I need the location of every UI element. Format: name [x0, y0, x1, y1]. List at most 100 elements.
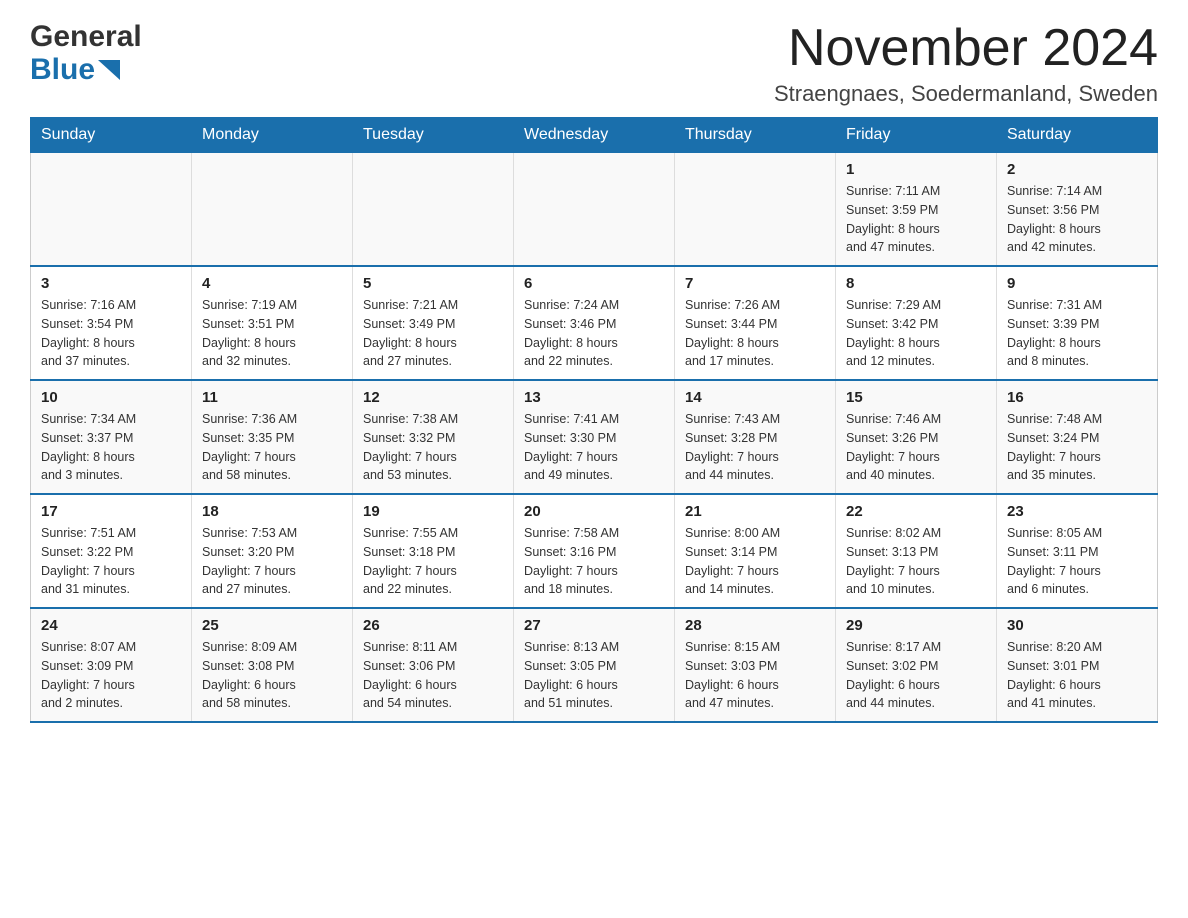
calendar-cell: 6 Sunrise: 7:24 AM Sunset: 3:46 PM Daylig…: [514, 266, 675, 380]
calendar-header-row: SundayMondayTuesdayWednesdayThursdayFrid…: [31, 118, 1158, 153]
day-number: 1: [846, 161, 986, 178]
calendar-cell: 19Sunrise: 7:55 AM Sunset: 3:18 PM Dayli…: [353, 494, 514, 608]
calendar-week-row: 17 Sunrise: 7:51 AM Sunset: 3:22 PM Dayli…: [31, 494, 1158, 608]
day-info: Sunrise: 7:55 AM Sunset: 3:18 PM Dayligh…: [363, 524, 503, 599]
calendar-cell: 26 Sunrise: 8:11 AM Sunset: 3:06 PM Dayli…: [353, 608, 514, 722]
header-monday: Monday: [192, 118, 353, 153]
logo-general: General: [30, 20, 142, 53]
calendar-cell: 12 Sunrise: 7:38 AM Sunset: 3:32 PM Dayli…: [353, 380, 514, 494]
calendar-table: SundayMondayTuesdayWednesdayThursdayFrid…: [30, 117, 1158, 723]
page-header: General Blue November 2024 Straengnaes, …: [30, 20, 1158, 107]
day-number: 24: [41, 617, 181, 634]
calendar-cell: 8 Sunrise: 7:29 AM Sunset: 3:42 PM Daylig…: [836, 266, 997, 380]
calendar-cell: 5Sunrise: 7:21 AM Sunset: 3:49 PM Daylig…: [353, 266, 514, 380]
calendar-cell: 11 Sunrise: 7:36 AM Sunset: 3:35 PM Dayli…: [192, 380, 353, 494]
day-info: Sunrise: 7:51 AM Sunset: 3:22 PM Dayligh…: [41, 524, 181, 599]
calendar-cell: 23Sunrise: 8:05 AM Sunset: 3:11 PM Dayli…: [997, 494, 1158, 608]
calendar-cell: [675, 153, 836, 267]
day-number: 12: [363, 389, 503, 406]
day-number: 10: [41, 389, 181, 406]
day-number: 29: [846, 617, 986, 634]
header-sunday: Sunday: [31, 118, 192, 153]
day-number: 27: [524, 617, 664, 634]
day-info: Sunrise: 7:43 AM Sunset: 3:28 PM Dayligh…: [685, 410, 825, 485]
day-info: Sunrise: 8:02 AM Sunset: 3:13 PM Dayligh…: [846, 524, 986, 599]
calendar-cell: 27 Sunrise: 8:13 AM Sunset: 3:05 PM Dayli…: [514, 608, 675, 722]
day-info: Sunrise: 7:46 AM Sunset: 3:26 PM Dayligh…: [846, 410, 986, 485]
day-number: 3: [41, 275, 181, 292]
day-number: 8: [846, 275, 986, 292]
calendar-cell: 1 Sunrise: 7:11 AM Sunset: 3:59 PM Daylig…: [836, 153, 997, 267]
calendar-cell: [353, 153, 514, 267]
day-number: 14: [685, 389, 825, 406]
header-saturday: Saturday: [997, 118, 1158, 153]
day-number: 23: [1007, 503, 1147, 520]
day-info: Sunrise: 7:16 AM Sunset: 3:54 PM Dayligh…: [41, 296, 181, 371]
calendar-cell: 24 Sunrise: 8:07 AM Sunset: 3:09 PM Dayli…: [31, 608, 192, 722]
calendar-week-row: 1 Sunrise: 7:11 AM Sunset: 3:59 PM Daylig…: [31, 153, 1158, 267]
calendar-cell: 28Sunrise: 8:15 AM Sunset: 3:03 PM Dayli…: [675, 608, 836, 722]
day-number: 2: [1007, 161, 1147, 178]
calendar-cell: 2Sunrise: 7:14 AM Sunset: 3:56 PM Daylig…: [997, 153, 1158, 267]
day-info: Sunrise: 7:58 AM Sunset: 3:16 PM Dayligh…: [524, 524, 664, 599]
day-info: Sunrise: 8:09 AM Sunset: 3:08 PM Dayligh…: [202, 638, 342, 713]
day-info: Sunrise: 7:38 AM Sunset: 3:32 PM Dayligh…: [363, 410, 503, 485]
day-info: Sunrise: 8:11 AM Sunset: 3:06 PM Dayligh…: [363, 638, 503, 713]
day-info: Sunrise: 7:36 AM Sunset: 3:35 PM Dayligh…: [202, 410, 342, 485]
calendar-cell: 10 Sunrise: 7:34 AM Sunset: 3:37 PM Dayli…: [31, 380, 192, 494]
logo: General Blue: [30, 20, 142, 86]
day-number: 16: [1007, 389, 1147, 406]
logo-blue: Blue: [30, 53, 142, 86]
calendar-cell: 30Sunrise: 8:20 AM Sunset: 3:01 PM Dayli…: [997, 608, 1158, 722]
day-number: 13: [524, 389, 664, 406]
calendar-cell: 29 Sunrise: 8:17 AM Sunset: 3:02 PM Dayli…: [836, 608, 997, 722]
header-wednesday: Wednesday: [514, 118, 675, 153]
day-info: Sunrise: 7:11 AM Sunset: 3:59 PM Dayligh…: [846, 182, 986, 257]
calendar-cell: 18Sunrise: 7:53 AM Sunset: 3:20 PM Dayli…: [192, 494, 353, 608]
title-block: November 2024 Straengnaes, Soedermanland…: [774, 20, 1158, 107]
header-tuesday: Tuesday: [353, 118, 514, 153]
day-info: Sunrise: 7:21 AM Sunset: 3:49 PM Dayligh…: [363, 296, 503, 371]
calendar-cell: 22 Sunrise: 8:02 AM Sunset: 3:13 PM Dayli…: [836, 494, 997, 608]
calendar-week-row: 10 Sunrise: 7:34 AM Sunset: 3:37 PM Dayli…: [31, 380, 1158, 494]
day-number: 6: [524, 275, 664, 292]
day-info: Sunrise: 7:19 AM Sunset: 3:51 PM Dayligh…: [202, 296, 342, 371]
day-info: Sunrise: 8:20 AM Sunset: 3:01 PM Dayligh…: [1007, 638, 1147, 713]
day-number: 20: [524, 503, 664, 520]
day-info: Sunrise: 7:24 AM Sunset: 3:46 PM Dayligh…: [524, 296, 664, 371]
day-number: 22: [846, 503, 986, 520]
calendar-cell: 14 Sunrise: 7:43 AM Sunset: 3:28 PM Dayli…: [675, 380, 836, 494]
day-info: Sunrise: 7:48 AM Sunset: 3:24 PM Dayligh…: [1007, 410, 1147, 485]
day-number: 26: [363, 617, 503, 634]
calendar-cell: 3 Sunrise: 7:16 AM Sunset: 3:54 PM Daylig…: [31, 266, 192, 380]
day-number: 17: [41, 503, 181, 520]
calendar-cell: 15Sunrise: 7:46 AM Sunset: 3:26 PM Dayli…: [836, 380, 997, 494]
logo-triangle-icon: [98, 60, 120, 80]
day-info: Sunrise: 7:53 AM Sunset: 3:20 PM Dayligh…: [202, 524, 342, 599]
header-thursday: Thursday: [675, 118, 836, 153]
calendar-cell: 20 Sunrise: 7:58 AM Sunset: 3:16 PM Dayli…: [514, 494, 675, 608]
day-info: Sunrise: 7:34 AM Sunset: 3:37 PM Dayligh…: [41, 410, 181, 485]
day-number: 7: [685, 275, 825, 292]
day-number: 21: [685, 503, 825, 520]
calendar-cell: 9Sunrise: 7:31 AM Sunset: 3:39 PM Daylig…: [997, 266, 1158, 380]
day-info: Sunrise: 7:26 AM Sunset: 3:44 PM Dayligh…: [685, 296, 825, 371]
day-info: Sunrise: 7:29 AM Sunset: 3:42 PM Dayligh…: [846, 296, 986, 371]
header-friday: Friday: [836, 118, 997, 153]
day-info: Sunrise: 7:31 AM Sunset: 3:39 PM Dayligh…: [1007, 296, 1147, 371]
calendar-cell: 13 Sunrise: 7:41 AM Sunset: 3:30 PM Dayli…: [514, 380, 675, 494]
day-info: Sunrise: 8:13 AM Sunset: 3:05 PM Dayligh…: [524, 638, 664, 713]
day-info: Sunrise: 8:17 AM Sunset: 3:02 PM Dayligh…: [846, 638, 986, 713]
day-number: 28: [685, 617, 825, 634]
day-info: Sunrise: 8:07 AM Sunset: 3:09 PM Dayligh…: [41, 638, 181, 713]
calendar-cell: 17 Sunrise: 7:51 AM Sunset: 3:22 PM Dayli…: [31, 494, 192, 608]
calendar-week-row: 3 Sunrise: 7:16 AM Sunset: 3:54 PM Daylig…: [31, 266, 1158, 380]
day-info: Sunrise: 8:00 AM Sunset: 3:14 PM Dayligh…: [685, 524, 825, 599]
calendar-cell: 7 Sunrise: 7:26 AM Sunset: 3:44 PM Daylig…: [675, 266, 836, 380]
calendar-cell: 16 Sunrise: 7:48 AM Sunset: 3:24 PM Dayli…: [997, 380, 1158, 494]
day-number: 11: [202, 389, 342, 406]
location: Straengnaes, Soedermanland, Sweden: [774, 81, 1158, 107]
calendar-cell: [31, 153, 192, 267]
day-info: Sunrise: 7:41 AM Sunset: 3:30 PM Dayligh…: [524, 410, 664, 485]
calendar-cell: [192, 153, 353, 267]
